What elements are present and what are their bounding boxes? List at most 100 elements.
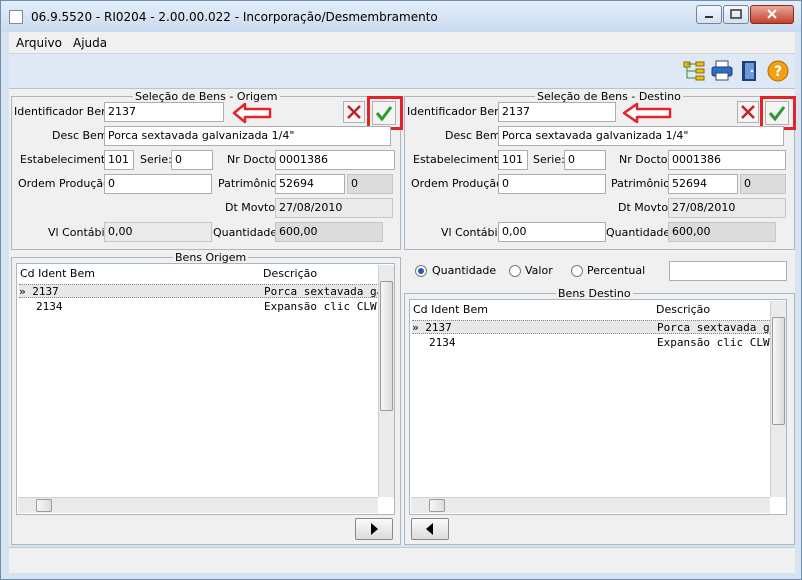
origem-desc-input[interactable]: Porca sextavada galvanizada 1/4"	[104, 126, 391, 146]
col-descricao[interactable]: Descrição	[263, 267, 317, 280]
move-left-button[interactable]	[411, 518, 449, 540]
scroll-thumb[interactable]	[380, 281, 393, 411]
origem-patrimonio-label: Patrimônio:	[218, 177, 281, 190]
destino-confirm-button[interactable]	[765, 101, 789, 125]
close-window-button[interactable]	[750, 5, 794, 24]
origem-patrimonio-input[interactable]: 52694	[275, 174, 345, 194]
destino-ordem-label: Ordem Produção:	[411, 177, 507, 190]
origem-identificador-input[interactable]: 2137	[104, 102, 224, 122]
destino-patrimonio-input[interactable]: 52694	[668, 174, 738, 194]
origem-quantidade-field: 600,00	[275, 222, 383, 242]
horizontal-scrollbar[interactable]	[411, 497, 770, 513]
vertical-scrollbar[interactable]	[770, 301, 786, 497]
origem-vlcontabil-label: Vl Contábil:	[48, 226, 112, 239]
radio-percentual[interactable]	[571, 265, 583, 277]
help-icon[interactable]: ?	[765, 58, 791, 84]
destino-patrimonio-label: Patrimônio:	[611, 177, 674, 190]
destino-ordem-input[interactable]: 0	[498, 174, 606, 194]
confirm-check-icon	[375, 106, 393, 122]
origem-estab-label: Estabelecimento:	[20, 153, 116, 166]
origem-serie-label: Serie:	[140, 153, 172, 166]
row-desc: Porca sextavada ga	[657, 321, 777, 334]
row-marker: »	[412, 321, 419, 334]
origem-dtmovto-field: 27/08/2010	[275, 198, 393, 218]
destino-serie-label: Serie:	[533, 153, 565, 166]
row-cd: 2134	[36, 300, 63, 313]
origem-serie-input[interactable]: 0	[171, 150, 213, 170]
scroll-thumb[interactable]	[429, 499, 445, 512]
tree-icon[interactable]	[681, 58, 707, 84]
cancel-x-icon	[741, 105, 755, 119]
row-desc: Expansão clic CLW-	[657, 336, 777, 349]
destino-serie-input[interactable]: 0	[564, 150, 606, 170]
destino-desc-input[interactable]: Porca sextavada galvanizada 1/4"	[498, 126, 784, 146]
row-marker: »	[19, 285, 26, 298]
col-descricao[interactable]: Descrição	[656, 303, 710, 316]
maximize-button[interactable]	[723, 5, 749, 24]
cancel-x-icon	[347, 105, 361, 119]
toolbar: ?	[9, 54, 795, 89]
destino-dtmovto-field: 27/08/2010	[668, 198, 786, 218]
app-window: 06.9.5520 - RI0204 - 2.00.00.022 - Incor…	[0, 0, 802, 580]
destino-quantidade-label: Quantidade:	[606, 226, 674, 239]
table-row[interactable]: 2134 Expansão clic CLW-	[412, 336, 776, 350]
radio-valor-label: Valor	[525, 264, 553, 277]
origem-ordem-input[interactable]: 0	[104, 174, 212, 194]
confirm-check-icon	[768, 106, 786, 122]
destino-dtmovto-label: Dt Movto:	[618, 201, 672, 214]
svg-text:?: ?	[774, 64, 782, 80]
minimize-icon	[705, 16, 713, 18]
origem-confirm-button[interactable]	[372, 101, 396, 125]
destino-estab-label: Estabelecimento:	[413, 153, 509, 166]
table-row[interactable]: 2134 Expansão clic CLW-	[19, 300, 383, 314]
destino-estab-input[interactable]: 101	[498, 150, 528, 170]
exit-door-icon[interactable]	[737, 58, 763, 84]
origem-estab-input[interactable]: 101	[104, 150, 134, 170]
destino-desc-label: Desc Bem:	[445, 129, 505, 142]
bens-origem-table[interactable]: Cd Ident Bem Descrição » 2137 Porca sext…	[16, 263, 395, 515]
table-row[interactable]: » 2137 Porca sextavada ga	[412, 320, 776, 334]
horizontal-scrollbar[interactable]	[18, 497, 378, 513]
origem-cancel-button[interactable]	[343, 101, 365, 123]
arrow-left-small-icon	[426, 523, 433, 535]
printer-icon[interactable]	[709, 58, 735, 84]
origem-nrdocto-input[interactable]: 0001386	[275, 150, 395, 170]
destino-quantidade-field: 600,00	[668, 222, 776, 242]
status-bar	[9, 547, 795, 573]
origem-ordem-label: Ordem Produção:	[18, 177, 114, 190]
row-desc: Expansão clic CLW-	[264, 300, 384, 313]
origem-dtmovto-label: Dt Movto:	[225, 201, 279, 214]
col-cd-ident-bem[interactable]: Cd Ident Bem	[20, 267, 95, 280]
radio-valor[interactable]	[509, 265, 521, 277]
move-right-button[interactable]	[355, 518, 393, 540]
row-desc: Porca sextavada ga	[264, 285, 384, 298]
radio-percentual-label: Percentual	[587, 264, 646, 277]
col-cd-ident-bem[interactable]: Cd Ident Bem	[413, 303, 488, 316]
menu-ajuda[interactable]: Ajuda	[73, 36, 107, 50]
destino-identificador-input[interactable]: 2137	[498, 102, 616, 122]
menu-bar: Arquivo Ajuda	[9, 32, 795, 54]
scroll-thumb[interactable]	[772, 317, 785, 425]
bens-destino-table[interactable]: Cd Ident Bem Descrição » 2137 Porca sext…	[409, 299, 787, 515]
destino-nrdocto-label: Nr Docto:	[619, 153, 672, 166]
arrow-left-icon	[622, 102, 672, 124]
origem-patrimonio-seq: 0	[347, 174, 393, 194]
origem-vlcontabil-field: 0,00	[104, 222, 212, 242]
minimize-button[interactable]	[696, 5, 722, 24]
origem-nrdocto-label: Nr Docto:	[227, 153, 280, 166]
destino-cancel-button[interactable]	[737, 101, 759, 123]
vertical-scrollbar[interactable]	[378, 265, 394, 497]
destino-vlcontabil-input[interactable]: 0,00	[498, 222, 606, 242]
app-icon	[9, 10, 23, 24]
radio-quantidade[interactable]	[415, 265, 427, 277]
menu-arquivo[interactable]: Arquivo	[16, 36, 62, 50]
row-cd: 2134	[429, 336, 456, 349]
origem-desc-label: Desc Bem:	[52, 129, 112, 142]
arrow-right-icon	[371, 523, 378, 535]
arrow-left-icon	[232, 102, 272, 124]
destino-nrdocto-input[interactable]: 0001386	[668, 150, 786, 170]
title-bar: 06.9.5520 - RI0204 - 2.00.00.022 - Incor…	[1, 1, 801, 32]
rateio-value-input[interactable]	[669, 261, 787, 281]
scroll-thumb[interactable]	[36, 499, 52, 512]
table-row[interactable]: » 2137 Porca sextavada ga	[19, 284, 383, 298]
